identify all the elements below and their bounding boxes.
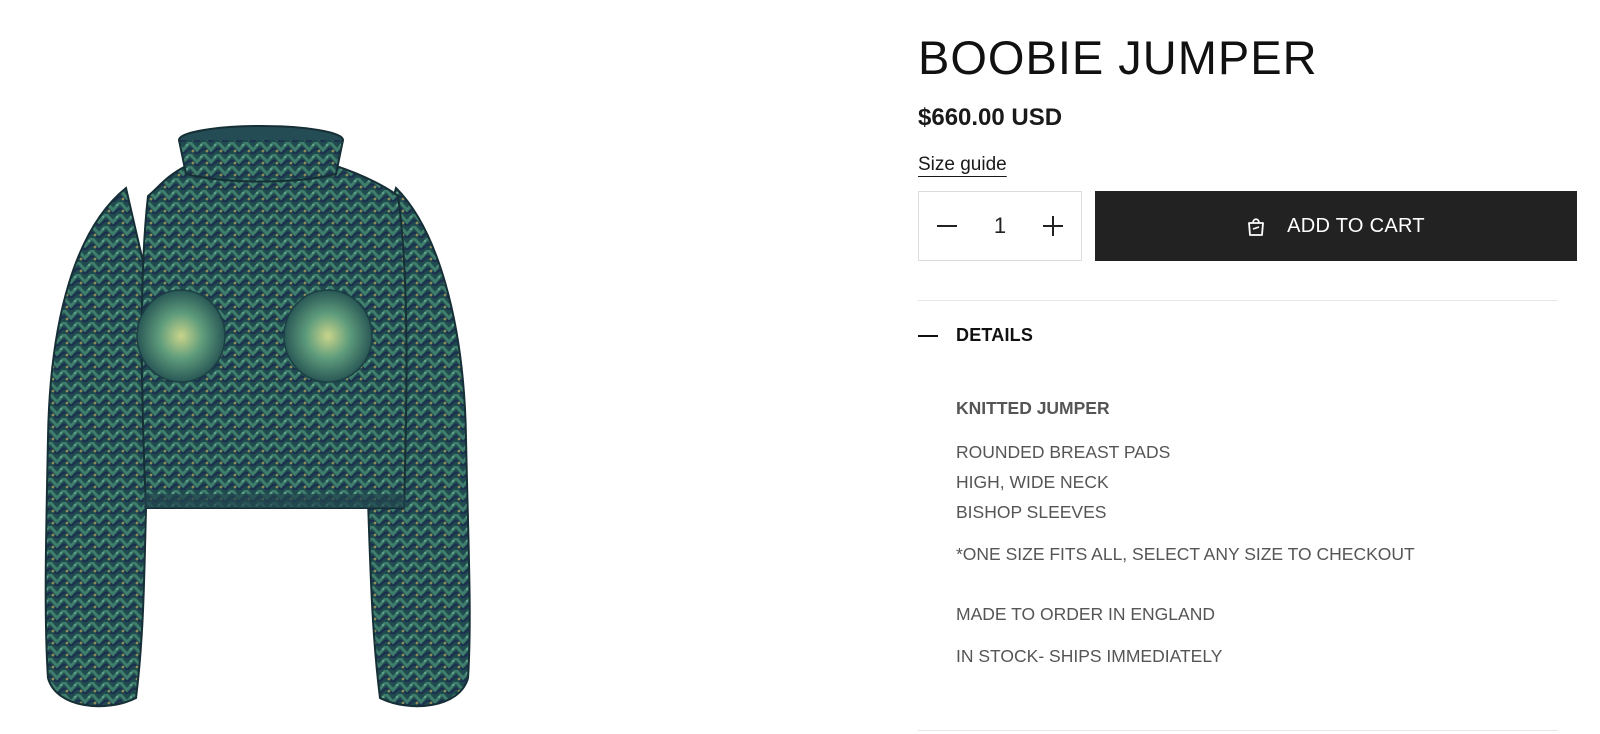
product-title: BOOBIE JUMPER	[918, 31, 1318, 84]
product-price: $660.00 USD	[918, 104, 1063, 131]
details-label: DETAILS	[956, 325, 1034, 345]
minus-dash-icon	[918, 334, 938, 337]
add-to-cart-button[interactable]: ADD TO CART	[1095, 191, 1577, 261]
plus-icon	[1043, 216, 1063, 236]
feature-item: HIGH, WIDE NECK	[956, 472, 1109, 492]
quantity-stepper: 1	[918, 191, 1082, 261]
increase-quantity-button[interactable]	[1025, 192, 1081, 260]
made-note: MADE TO ORDER IN ENGLAND	[956, 604, 1215, 624]
add-to-cart-label: ADD TO CART	[1287, 214, 1425, 237]
product-info: BOOBIE JUMPER $660.00 USD Size guide 1 A…	[918, 0, 1578, 734]
stock-note: IN STOCK- SHIPS IMMEDIATELY	[956, 646, 1223, 666]
quantity-value[interactable]: 1	[975, 213, 1025, 239]
product-gallery	[0, 0, 880, 734]
knitted-jumper-image	[44, 125, 471, 708]
details-heading: KNITTED JUMPER	[956, 398, 1110, 418]
feature-item: ROUNDED BREAST PADS	[956, 442, 1171, 462]
shopping-bag-icon	[1247, 216, 1265, 236]
divider	[918, 300, 1558, 301]
feature-item: BISHOP SLEEVES	[956, 502, 1107, 522]
decrease-quantity-button[interactable]	[919, 192, 975, 260]
details-accordion-toggle[interactable]: DETAILS	[918, 325, 1033, 346]
divider	[918, 730, 1558, 731]
size-guide-link[interactable]: Size guide	[918, 154, 1007, 176]
minus-icon	[937, 225, 957, 227]
size-note: *ONE SIZE FITS ALL, SELECT ANY SIZE TO C…	[956, 544, 1415, 564]
